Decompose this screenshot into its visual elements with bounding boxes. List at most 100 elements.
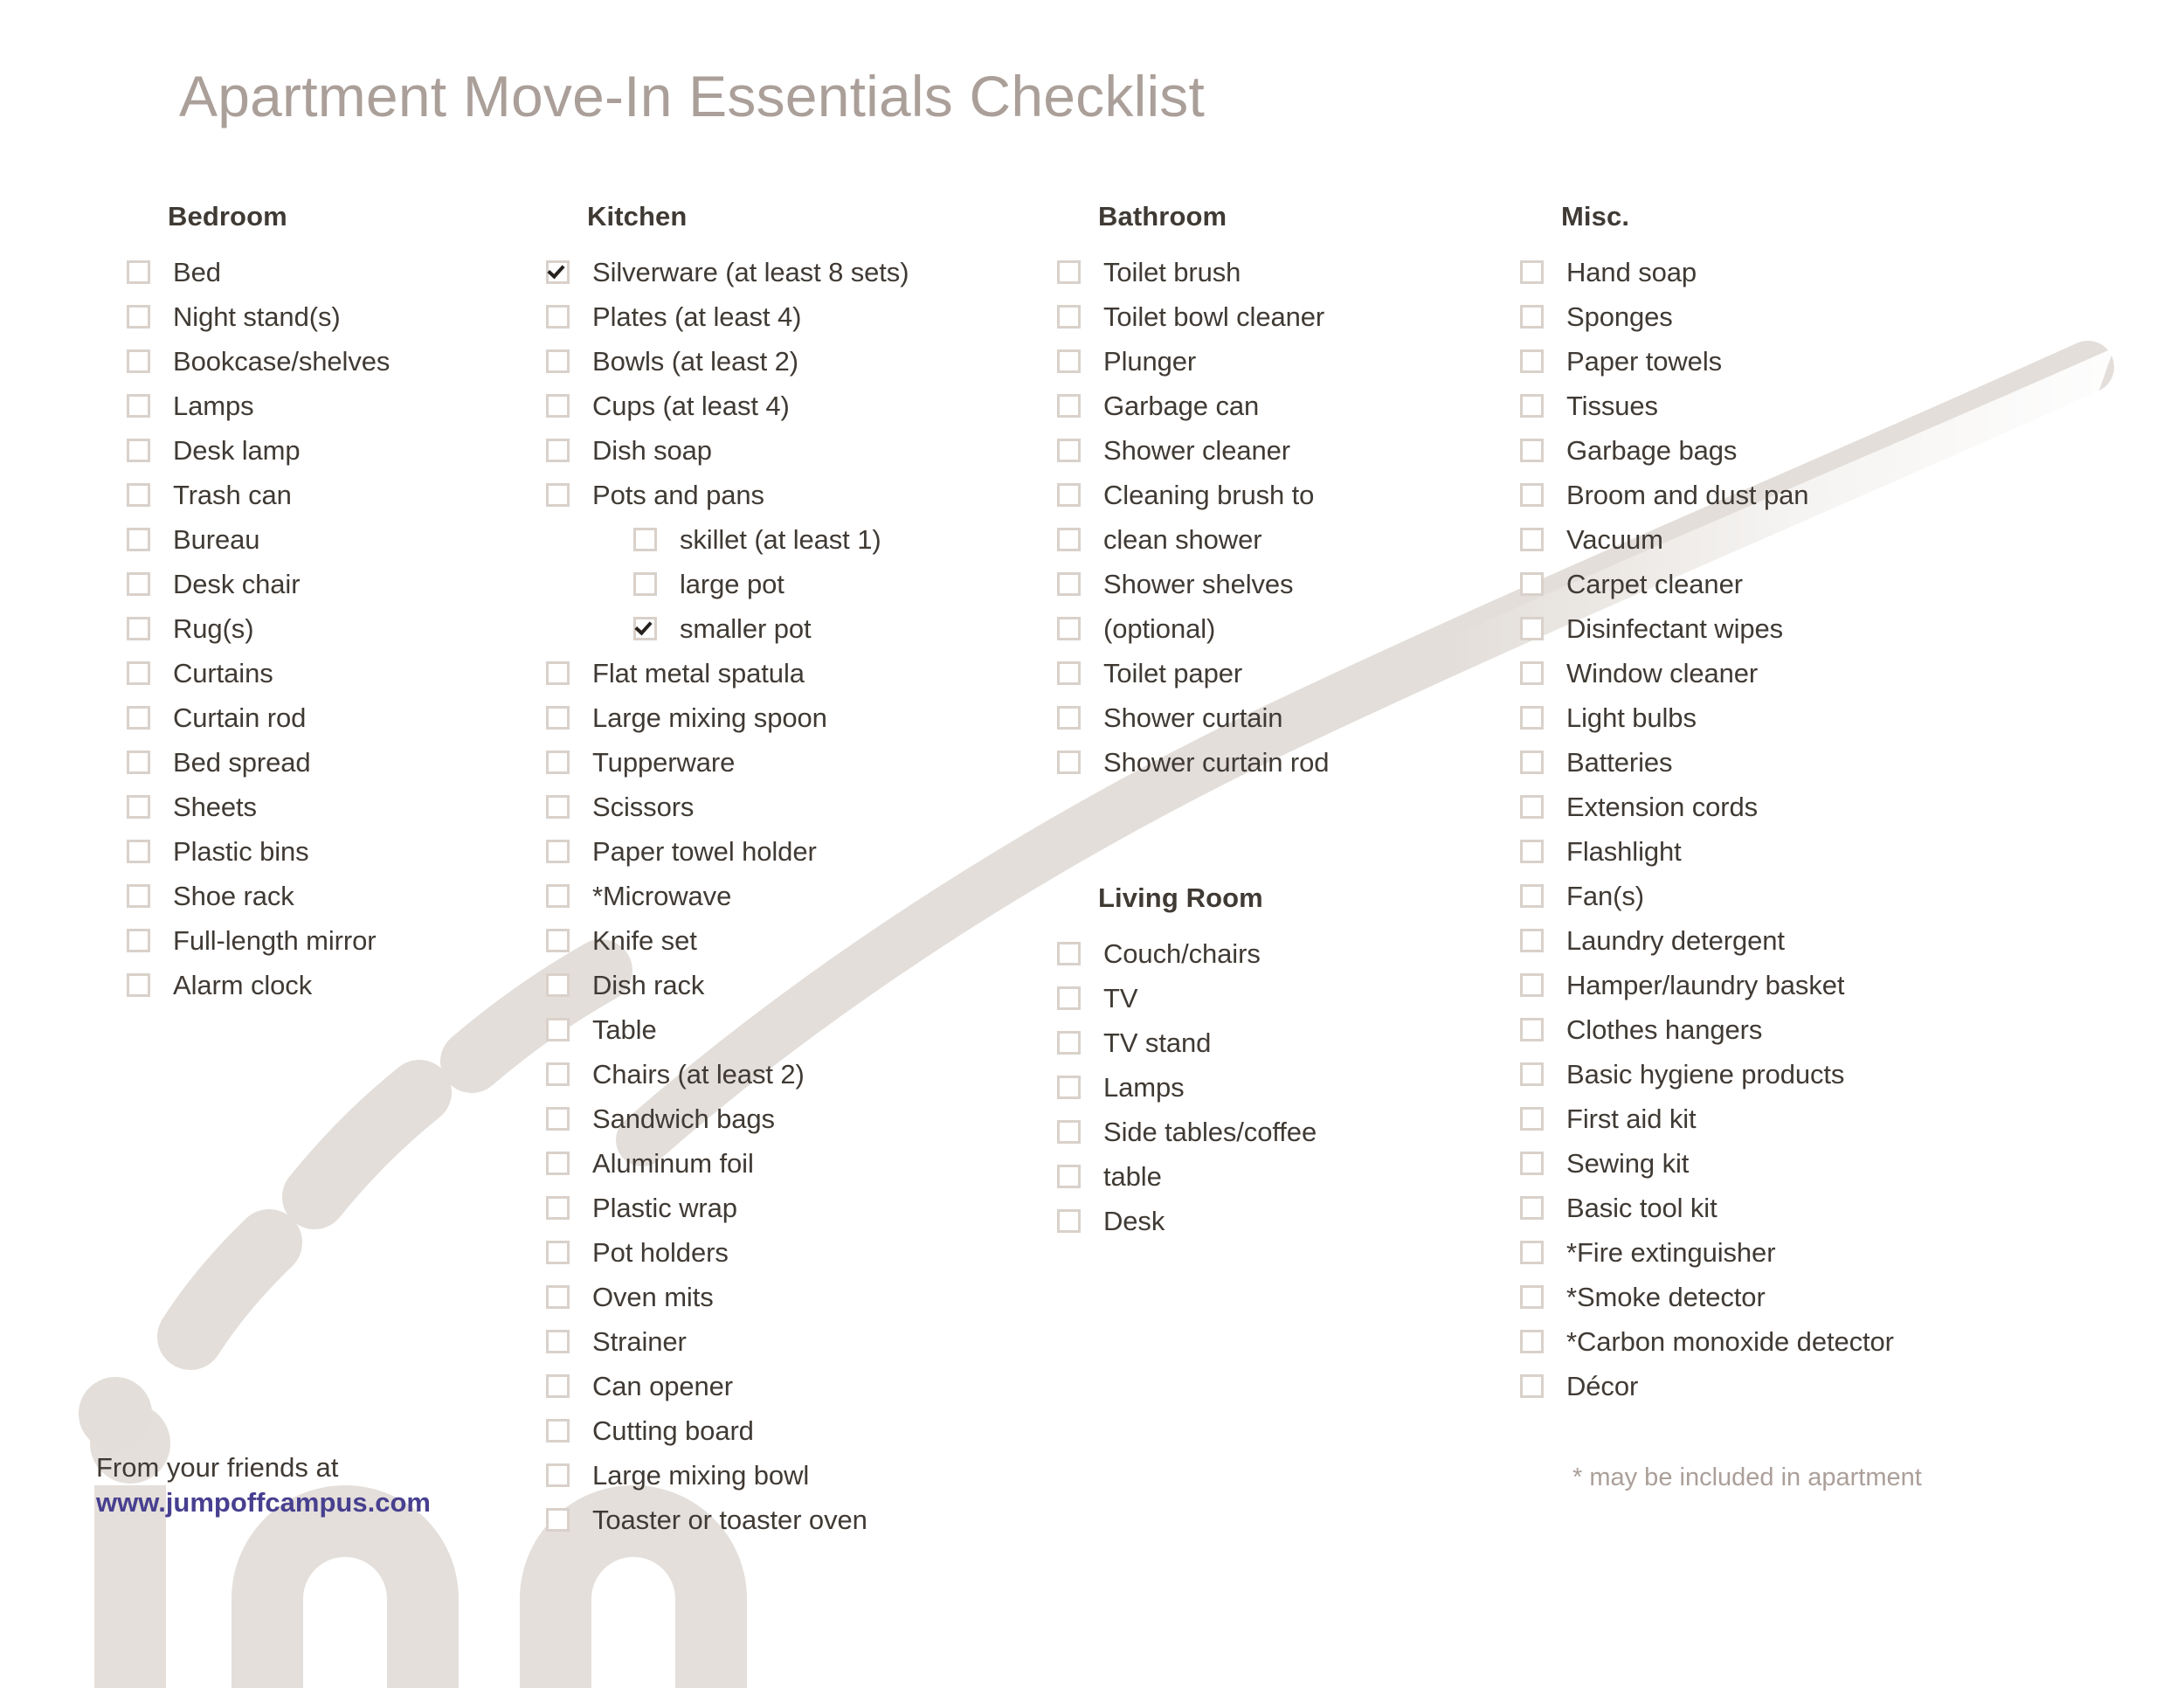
checkbox-icon[interactable]	[1520, 439, 1544, 462]
checkbox-icon[interactable]	[546, 840, 570, 863]
checklist-row[interactable]: table	[1057, 1154, 1317, 1199]
checklist-row[interactable]: Basic tool kit	[1520, 1186, 1894, 1230]
checklist-row[interactable]: Curtain rod	[127, 695, 390, 740]
checkbox-icon[interactable]	[1520, 661, 1544, 685]
checklist-row[interactable]: Rug(s)	[127, 606, 390, 651]
checkbox-checked-icon[interactable]	[546, 260, 570, 284]
checklist-row[interactable]: Silverware (at least 8 sets)	[546, 250, 909, 294]
checkbox-icon[interactable]	[127, 706, 150, 730]
checklist-row[interactable]: large pot	[546, 562, 909, 606]
checkbox-icon[interactable]	[127, 349, 150, 373]
checkbox-icon[interactable]	[546, 1107, 570, 1131]
checkbox-icon[interactable]	[546, 1285, 570, 1309]
checkbox-icon[interactable]	[127, 617, 150, 640]
checklist-row[interactable]: Side tables/coffee	[1057, 1110, 1317, 1154]
checklist-row[interactable]: Décor	[1520, 1364, 1894, 1408]
checkbox-icon[interactable]	[1057, 394, 1081, 418]
checklist-row[interactable]: *Smoke detector	[1520, 1275, 1894, 1319]
checklist-row[interactable]: First aid kit	[1520, 1097, 1894, 1141]
checkbox-icon[interactable]	[1057, 942, 1081, 965]
checkbox-icon[interactable]	[1520, 528, 1544, 551]
checkbox-icon[interactable]	[1520, 1241, 1544, 1264]
checklist-row[interactable]: *Fire extinguisher	[1520, 1230, 1894, 1275]
checkbox-icon[interactable]	[127, 572, 150, 596]
checklist-row[interactable]: Bookcase/shelves	[127, 339, 390, 384]
checkbox-icon[interactable]	[127, 884, 150, 908]
checklist-row[interactable]: Pots and pans	[546, 473, 909, 517]
checkbox-icon[interactable]	[127, 795, 150, 819]
checklist-row[interactable]: Aluminum foil	[546, 1141, 909, 1186]
checklist-row[interactable]: TV stand	[1057, 1020, 1317, 1065]
checklist-row[interactable]: Shower curtain rod	[1057, 740, 1329, 785]
checklist-row[interactable]: Tissues	[1520, 384, 1894, 428]
checkbox-icon[interactable]	[127, 305, 150, 329]
checklist-row[interactable]: Shower curtain	[1057, 695, 1329, 740]
checklist-row[interactable]: Lamps	[1057, 1065, 1317, 1110]
checklist-row[interactable]: Plates (at least 4)	[546, 294, 909, 339]
checkbox-icon[interactable]	[1520, 973, 1544, 997]
checklist-row[interactable]: Toilet bowl cleaner	[1057, 294, 1329, 339]
checkbox-icon[interactable]	[546, 1508, 570, 1532]
checkbox-icon[interactable]	[546, 884, 570, 908]
checklist-row[interactable]: Hand soap	[1520, 250, 1894, 294]
checkbox-icon[interactable]	[1057, 1165, 1081, 1188]
checklist-row[interactable]: Strainer	[546, 1319, 909, 1364]
checkbox-icon[interactable]	[1057, 349, 1081, 373]
checklist-row[interactable]: Lamps	[127, 384, 390, 428]
checklist-row[interactable]: Desk	[1057, 1199, 1317, 1243]
checklist-row[interactable]: Bed spread	[127, 740, 390, 785]
checkbox-icon[interactable]	[546, 795, 570, 819]
checkbox-icon[interactable]	[1520, 394, 1544, 418]
checkbox-icon[interactable]	[127, 751, 150, 774]
checkbox-icon[interactable]	[127, 439, 150, 462]
checklist-row[interactable]: Sheets	[127, 785, 390, 829]
checkbox-icon[interactable]	[1057, 572, 1081, 596]
checklist-row[interactable]: Plunger	[1057, 339, 1329, 384]
checklist-row[interactable]: Hamper/laundry basket	[1520, 963, 1894, 1007]
checkbox-icon[interactable]	[546, 929, 570, 952]
checklist-row[interactable]: Toaster or toaster oven	[546, 1498, 909, 1542]
checklist-row[interactable]: Extension cords	[1520, 785, 1894, 829]
checklist-row[interactable]: Tupperware	[546, 740, 909, 785]
checklist-row[interactable]: skillet (at least 1)	[546, 517, 909, 562]
checkbox-icon[interactable]	[546, 1419, 570, 1442]
checkbox-checked-icon[interactable]	[633, 617, 657, 640]
checklist-row[interactable]: Fan(s)	[1520, 874, 1894, 918]
checklist-row[interactable]: Can opener	[546, 1364, 909, 1408]
checkbox-icon[interactable]	[1520, 929, 1544, 952]
checklist-row[interactable]: Trash can	[127, 473, 390, 517]
checkbox-icon[interactable]	[1057, 706, 1081, 730]
checkbox-icon[interactable]	[1057, 528, 1081, 551]
checklist-row[interactable]: Bowls (at least 2)	[546, 339, 909, 384]
checkbox-icon[interactable]	[1057, 986, 1081, 1010]
checkbox-icon[interactable]	[546, 1196, 570, 1220]
checklist-row[interactable]: Curtains	[127, 651, 390, 695]
checkbox-icon[interactable]	[546, 1152, 570, 1175]
checklist-row[interactable]: Sandwich bags	[546, 1097, 909, 1141]
checkbox-icon[interactable]	[546, 1330, 570, 1353]
checkbox-icon[interactable]	[1520, 1330, 1544, 1353]
checkbox-icon[interactable]	[1520, 751, 1544, 774]
checkbox-icon[interactable]	[1520, 1152, 1544, 1175]
checkbox-icon[interactable]	[546, 751, 570, 774]
checklist-row[interactable]: Disinfectant wipes	[1520, 606, 1894, 651]
checkbox-icon[interactable]	[1520, 706, 1544, 730]
checkbox-icon[interactable]	[1520, 260, 1544, 284]
checkbox-icon[interactable]	[1520, 1062, 1544, 1086]
checklist-row[interactable]: Large mixing bowl	[546, 1453, 909, 1498]
checklist-row[interactable]: Basic hygiene products	[1520, 1052, 1894, 1097]
checklist-row[interactable]: Batteries	[1520, 740, 1894, 785]
checklist-row[interactable]: Light bulbs	[1520, 695, 1894, 740]
checklist-row[interactable]: Broom and dust pan	[1520, 473, 1894, 517]
checkbox-icon[interactable]	[1520, 840, 1544, 863]
checklist-row[interactable]: Flat metal spatula	[546, 651, 909, 695]
checkbox-icon[interactable]	[127, 394, 150, 418]
checkbox-icon[interactable]	[127, 840, 150, 863]
checklist-row[interactable]: Paper towel holder	[546, 829, 909, 874]
checkbox-icon[interactable]	[1520, 1285, 1544, 1309]
checkbox-icon[interactable]	[546, 706, 570, 730]
checkbox-icon[interactable]	[546, 305, 570, 329]
checklist-row[interactable]: Table	[546, 1007, 909, 1052]
checkbox-icon[interactable]	[1520, 305, 1544, 329]
checklist-row[interactable]: Plastic bins	[127, 829, 390, 874]
